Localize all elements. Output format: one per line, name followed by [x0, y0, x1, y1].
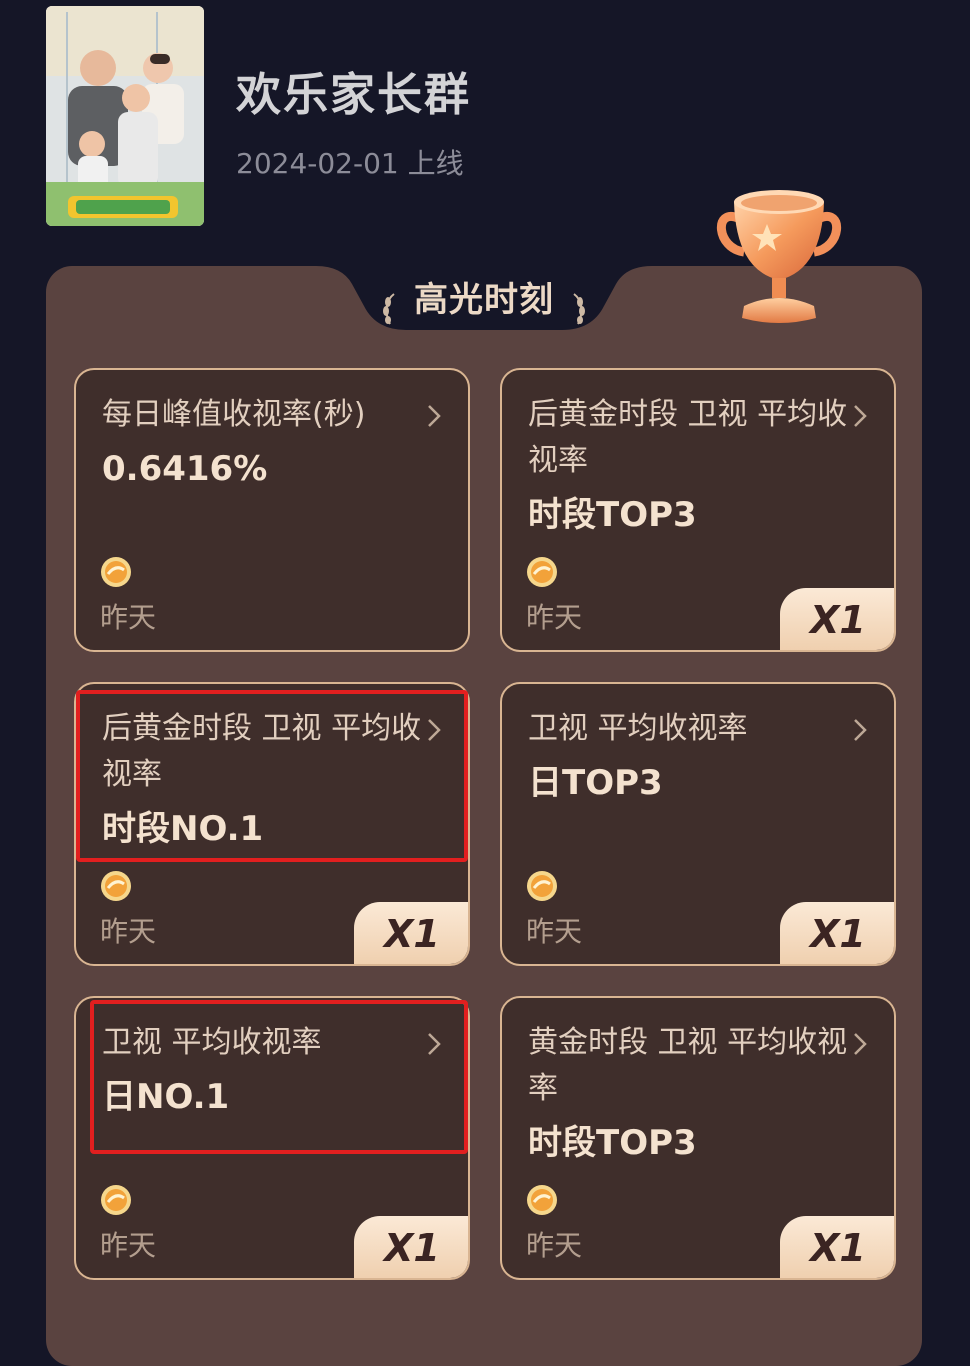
card-label-text: 黄金时段 卫视 平均收视率	[528, 1025, 848, 1106]
chevron-right-icon	[428, 405, 441, 427]
card-label: 每日峰值收视率(秒) 0.6416%	[102, 392, 422, 492]
coin-icon	[101, 1185, 131, 1215]
time-label: 昨天	[100, 601, 157, 634]
chevron-right-icon	[854, 405, 867, 427]
card-value: 时段TOP3	[528, 495, 697, 535]
laurel-right-icon	[573, 293, 585, 325]
laurel-left-icon	[383, 293, 395, 325]
count-badge: X1	[354, 902, 468, 964]
time-label: 昨天	[526, 601, 583, 634]
release-date: 2024-02-01 上线	[236, 147, 464, 180]
card-label: 后黄金时段 卫视 平均收视率 时段TOP3	[528, 392, 848, 538]
card-label: 卫视 平均收视率 日TOP3	[528, 706, 848, 806]
chevron-right-icon	[854, 719, 867, 741]
count-badge: X1	[780, 1216, 894, 1278]
highlight-card-late-prime-top3[interactable]: 后黄金时段 卫视 平均收视率 时段TOP3 昨天 X1	[500, 368, 896, 652]
highlight-card-peak-rating[interactable]: 每日峰值收视率(秒) 0.6416% 昨天	[74, 368, 470, 652]
time-label: 昨天	[100, 915, 157, 948]
app-root: 欢乐家长群 2024-02-01 上线 高光时刻 每日峰值收视率(秒) 0.64…	[0, 0, 970, 1366]
card-label-text: 后黄金时段 卫视 平均收视率	[528, 397, 848, 478]
count-badge: X1	[780, 588, 894, 650]
card-label: 黄金时段 卫视 平均收视率 时段TOP3	[528, 1020, 848, 1166]
chevron-right-icon	[854, 1033, 867, 1055]
card-label-text: 每日峰值收视率(秒)	[102, 397, 366, 432]
section-title: 高光时刻	[414, 280, 554, 320]
show-title: 欢乐家长群	[236, 68, 472, 121]
highlight-card-late-prime-no1[interactable]: 后黄金时段 卫视 平均收视率 时段NO.1 昨天 X1	[74, 682, 470, 966]
trophy-icon	[717, 190, 841, 323]
count-badge: X1	[354, 1216, 468, 1278]
card-value: 0.6416%	[102, 449, 268, 489]
time-label: 昨天	[100, 1229, 157, 1262]
coin-icon	[101, 557, 131, 587]
highlight-card-daily-top3[interactable]: 卫视 平均收视率 日TOP3 昨天 X1	[500, 682, 896, 966]
card-value: 时段NO.1	[102, 809, 264, 849]
card-value: 日TOP3	[528, 763, 663, 803]
card-label: 后黄金时段 卫视 平均收视率 时段NO.1	[102, 706, 422, 852]
coin-icon	[527, 1185, 557, 1215]
time-label: 昨天	[526, 915, 583, 948]
card-label-text: 卫视 平均收视率	[102, 1025, 322, 1060]
coin-icon	[527, 557, 557, 587]
time-label: 昨天	[526, 1229, 583, 1262]
card-value: 时段TOP3	[528, 1123, 697, 1163]
card-value: 日NO.1	[102, 1077, 230, 1117]
highlight-card-daily-no1[interactable]: 卫视 平均收视率 日NO.1 昨天 X1	[74, 996, 470, 1280]
coin-icon	[101, 871, 131, 901]
chevron-right-icon	[428, 1033, 441, 1055]
card-label-text: 后黄金时段 卫视 平均收视率	[102, 711, 422, 792]
card-label-text: 卫视 平均收视率	[528, 711, 748, 746]
count-badge: X1	[780, 902, 894, 964]
show-poster[interactable]	[46, 6, 204, 226]
section-title-wrap: 高光时刻	[356, 278, 612, 326]
card-label: 卫视 平均收视率 日NO.1	[102, 1020, 422, 1120]
highlight-card-prime-top3[interactable]: 黄金时段 卫视 平均收视率 时段TOP3 昨天 X1	[500, 996, 896, 1280]
coin-icon	[527, 871, 557, 901]
chevron-right-icon	[428, 719, 441, 741]
